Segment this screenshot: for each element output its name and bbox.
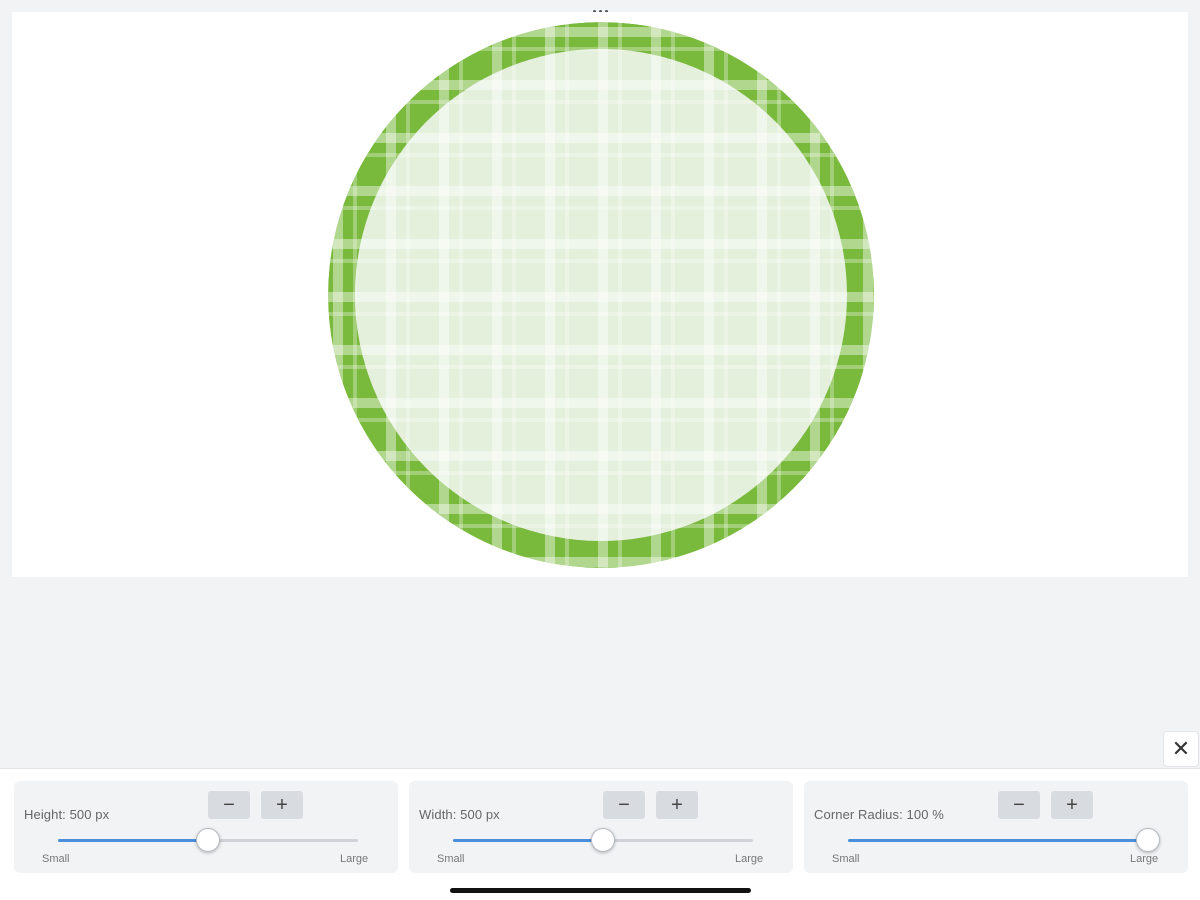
controls-panel: Height: 500 px − + Small Large Width: 50… [0, 768, 1200, 900]
preview-canvas [12, 12, 1188, 577]
gingham-pattern [328, 22, 874, 568]
width-decrease-button[interactable]: − [603, 791, 645, 819]
plus-icon: + [276, 793, 288, 816]
plus-icon: + [1066, 793, 1078, 816]
minus-icon: − [1013, 793, 1025, 816]
height-decrease-button[interactable]: − [208, 791, 250, 819]
corner-radius-increase-button[interactable]: + [1051, 791, 1093, 819]
corner-radius-min-label: Small [832, 853, 860, 865]
home-indicator [450, 888, 751, 893]
height-control: Height: 500 px − + Small Large [14, 781, 398, 873]
corner-radius-slider-thumb[interactable] [1136, 828, 1160, 852]
height-slider[interactable] [58, 828, 358, 852]
corner-radius-control: Corner Radius: 100 % − + Small Large [804, 781, 1188, 873]
minus-icon: − [223, 793, 235, 816]
width-slider-fill [453, 839, 603, 842]
width-increase-button[interactable]: + [656, 791, 698, 819]
width-min-label: Small [437, 853, 465, 865]
height-slider-thumb[interactable] [196, 828, 220, 852]
height-min-label: Small [42, 853, 70, 865]
corner-radius-slider[interactable] [848, 828, 1160, 852]
width-slider[interactable] [453, 828, 753, 852]
close-button[interactable]: ✕ [1163, 731, 1199, 767]
height-label: Height: 500 px [24, 807, 110, 822]
height-increase-button[interactable]: + [261, 791, 303, 819]
corner-radius-label: Corner Radius: 100 % [814, 807, 944, 822]
height-max-label: Large [340, 853, 369, 865]
corner-radius-max-label: Large [1130, 853, 1159, 865]
width-max-label: Large [735, 853, 764, 865]
corner-radius-slider-fill [848, 839, 1148, 842]
height-slider-fill [58, 839, 208, 842]
close-icon: ✕ [1171, 736, 1191, 761]
corner-radius-decrease-button[interactable]: − [998, 791, 1040, 819]
gingham-plate-shape [328, 22, 874, 568]
width-label: Width: 500 px [419, 807, 500, 822]
width-control: Width: 500 px − + Small Large [409, 781, 793, 873]
plus-icon: + [671, 793, 683, 816]
width-slider-thumb[interactable] [591, 828, 615, 852]
minus-icon: − [618, 793, 630, 816]
